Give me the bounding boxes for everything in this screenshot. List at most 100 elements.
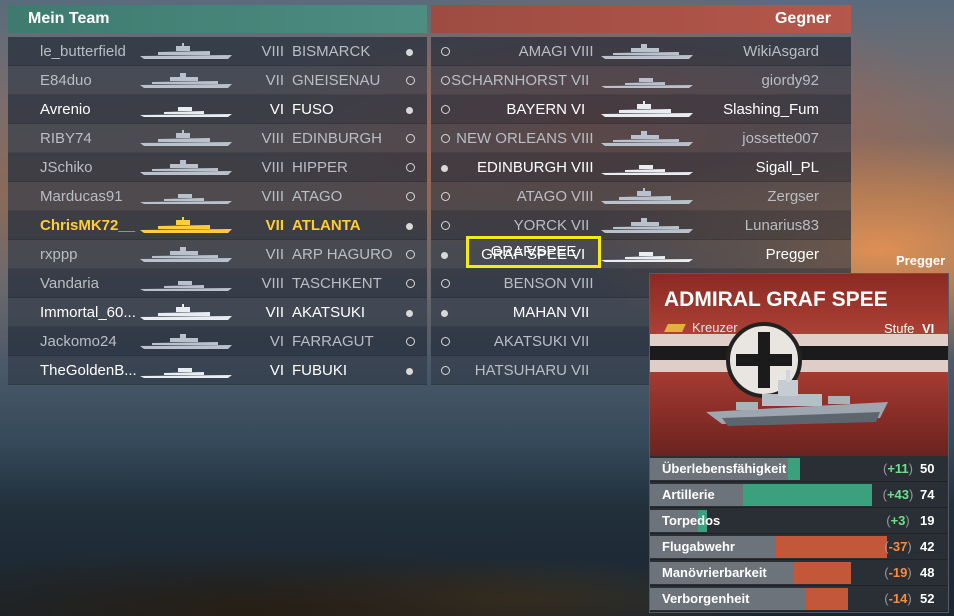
ship-name: TASCHKENT (292, 275, 382, 292)
ship-silhouette-icon (140, 247, 232, 262)
enemy-team-row[interactable]: EDINBURGH VIII Sigall_PL (431, 153, 851, 182)
ship-silhouette-icon (140, 281, 232, 291)
status-ring-icon (406, 279, 415, 288)
status-ring-icon (441, 221, 450, 230)
stat-value: 42 (920, 539, 935, 554)
my-team-row[interactable]: rxppp VII ARP HAGURO (8, 240, 427, 269)
my-team-row[interactable]: Vandaria VIII TASCHKENT (8, 269, 427, 298)
ship-tier: VI (269, 362, 284, 379)
stat-label: Verborgenheit (662, 591, 750, 606)
ship-silhouette-icon (601, 252, 693, 262)
card-tier-label: Stufe (884, 321, 915, 336)
ship-tier: VII (265, 304, 284, 321)
player-name: RIBY74 (40, 130, 92, 147)
my-status-dot (406, 269, 415, 298)
ship-tier: VIII (571, 43, 594, 60)
ship-silhouette-icon (140, 107, 232, 117)
ship-tier: VI (269, 101, 284, 118)
stat-row: Torpedos (+3) 19 (650, 508, 948, 534)
stat-delta: (+43) (876, 482, 920, 508)
stat-bonus-bar (788, 458, 800, 480)
bracket-close: ) (905, 513, 910, 528)
ship-silhouette-icon (601, 78, 693, 88)
enemy-team-row[interactable]: SCHARNHORST VII giordy92 (431, 66, 851, 95)
my-status-dot (406, 153, 415, 182)
ship-name: BENSON (503, 275, 567, 292)
player-name: Avrenio (40, 101, 91, 118)
my-status-dot (406, 182, 415, 211)
ship-name: MAHAN (512, 304, 567, 321)
bracket-close: ) (907, 591, 912, 606)
ship-name: ATAGO (292, 188, 343, 205)
enemy-team-row[interactable]: NEW ORLEANS VIII jossette007 (431, 124, 851, 153)
status-ring-icon (406, 337, 415, 346)
my-team-row[interactable]: JSchiko VIII HIPPER (8, 153, 427, 182)
ship-name: EDINBURGH (292, 130, 383, 147)
ship-silhouette-icon (140, 160, 232, 175)
status-ring-icon (441, 192, 450, 201)
ship-silhouette-icon (140, 217, 232, 233)
ship-silhouette-icon (601, 218, 693, 233)
ship-name: HIPPER (292, 159, 348, 176)
my-status-dot (406, 327, 415, 356)
enemy-team-row[interactable]: ATAGO VIII Zergser (431, 182, 851, 211)
bracket-close: ) (909, 487, 914, 502)
my-team-row[interactable]: Jackomo24 VI FARRAGUT (8, 327, 427, 356)
my-team-row[interactable]: Immortal_60... VII AKATSUKI (8, 298, 427, 327)
player-name: Pregger (765, 246, 819, 263)
player-name: WikiAsgard (743, 43, 819, 60)
ship-tier: VIII (571, 159, 594, 176)
alive-dot-icon (406, 368, 413, 375)
selected-ship-highlight[interactable]: GRAF SPEE VI (466, 236, 601, 268)
ship-silhouette-icon (140, 194, 232, 204)
alive-dot-icon (441, 310, 448, 317)
stat-value: 74 (920, 487, 935, 502)
ship-silhouette-icon (140, 73, 232, 88)
enemy-status-dot (441, 356, 450, 385)
stat-delta-value: -19 (888, 565, 908, 580)
ship-tier: VI (269, 333, 284, 350)
my-team-row[interactable]: ChrisMK72__ VII ATLANTA (8, 211, 427, 240)
stat-row: Manövrierbarkeit (-19) 48 (650, 560, 948, 586)
card-ship-class: Kreuzer (692, 320, 738, 335)
ship-render-image (706, 370, 888, 426)
ship-name: ARP HAGURO (292, 246, 393, 263)
alive-dot-icon (441, 252, 448, 259)
enemy-team-row[interactable]: BAYERN VI Slashing_Fum (431, 95, 851, 124)
status-ring-icon (441, 337, 450, 346)
stat-delta-value: +3 (890, 513, 906, 528)
status-ring-icon (406, 250, 415, 259)
player-name: JSchiko (40, 159, 93, 176)
my-team-row[interactable]: E84duo VII GNEISENAU (8, 66, 427, 95)
enemy-status-dot (441, 327, 450, 356)
my-team-row[interactable]: le_butterfield VIII BISMARCK (8, 37, 427, 66)
ship-name: FUSO (292, 101, 334, 118)
status-ring-icon (406, 76, 415, 85)
stat-label: Artillerie (662, 487, 715, 502)
player-name: Lunarius83 (744, 217, 819, 234)
stat-delta-value: -14 (888, 591, 908, 606)
ship-name: AKATSUKI (493, 333, 567, 350)
my-team-list: le_butterfield VIII BISMARCK E84duo VII GNEIS… (8, 37, 427, 385)
bracket-close: ) (907, 565, 912, 580)
my-team-row[interactable]: Marducas91 VIII ATAGO (8, 182, 427, 211)
ship-tier: VIII (261, 130, 284, 147)
my-team-row[interactable]: TheGoldenB... VI FUBUKI (8, 356, 427, 385)
player-name: Slashing_Fum (723, 101, 819, 118)
alive-dot-icon (406, 310, 413, 317)
enemy-team-row[interactable]: AMAGI VIII WikiAsgard (431, 37, 851, 66)
stat-delta-value: -37 (888, 539, 908, 554)
my-status-dot (406, 66, 415, 95)
my-team-row[interactable]: Avrenio VI FUSO (8, 95, 427, 124)
stat-row: Flugabwehr (-37) 42 (650, 534, 948, 560)
player-name: ChrisMK72__ (40, 217, 136, 234)
ship-tier: VI (571, 101, 586, 118)
ship-tier: VII (265, 72, 284, 89)
my-status-dot (406, 211, 413, 240)
my-status-dot (406, 124, 415, 153)
ship-silhouette-icon (140, 43, 232, 59)
alive-dot-icon (441, 165, 448, 172)
my-team-row[interactable]: RIBY74 VIII EDINBURGH (8, 124, 427, 153)
status-ring-icon (441, 366, 450, 375)
stat-row: Verborgenheit (-14) 52 (650, 586, 948, 612)
